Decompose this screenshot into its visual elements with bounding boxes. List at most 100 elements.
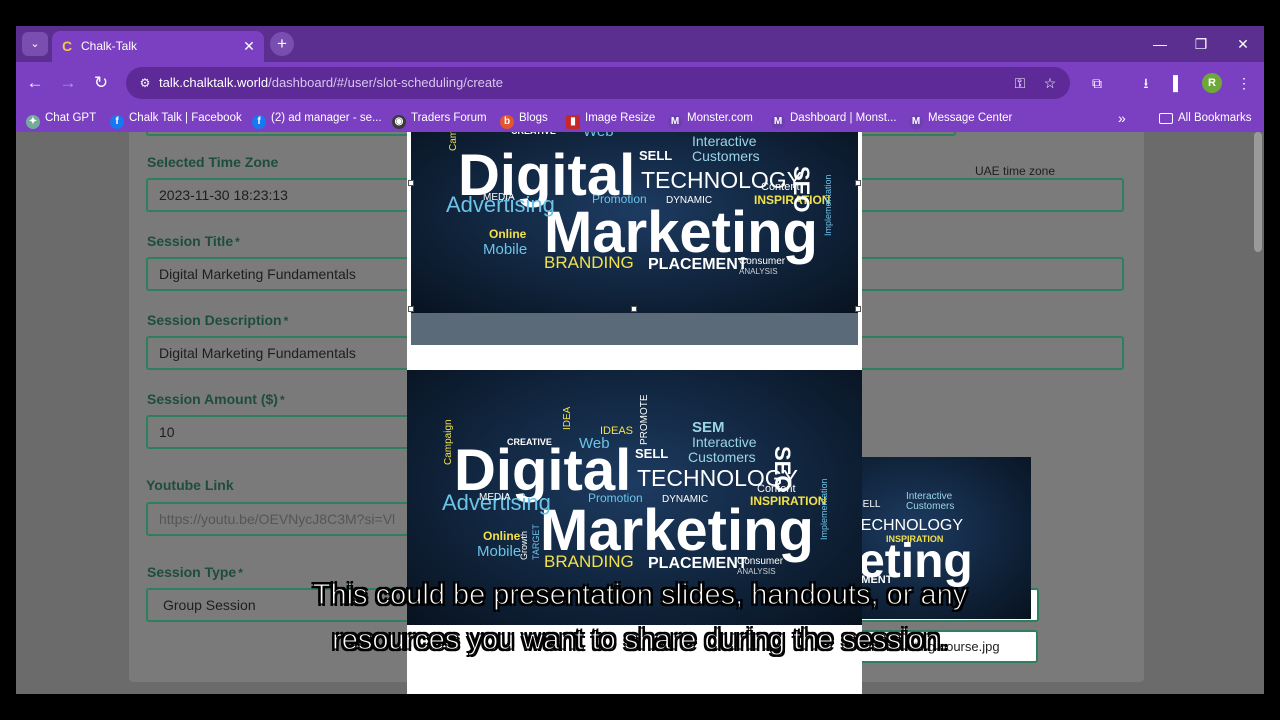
youtube-link-label: Youtube Link bbox=[146, 477, 234, 493]
crop-word-customers: Customers bbox=[692, 148, 760, 164]
bookmark-chatgpt[interactable]: ✦ Chat GPT bbox=[26, 109, 96, 129]
crop-word-mobile: Mobile bbox=[483, 241, 527, 258]
bookmarks-overflow-button[interactable]: » bbox=[1118, 109, 1126, 127]
facebook-icon: f bbox=[110, 115, 124, 129]
new-tab-button[interactable]: + bbox=[270, 32, 294, 56]
all-bookmarks-button[interactable]: All Bookmarks bbox=[1159, 109, 1252, 127]
time-zone-label: Selected Time Zone bbox=[147, 154, 279, 170]
back-button[interactable]: ← bbox=[23, 71, 47, 95]
bookmark-image-resize[interactable]: ▮ Image Resize bbox=[566, 109, 655, 129]
tab-title: Chalk-Talk bbox=[81, 39, 138, 53]
crop-word-media: MEDIA bbox=[483, 192, 515, 203]
monster-icon: M bbox=[668, 115, 682, 129]
crop-word-dynamic: DYNAMIC bbox=[666, 195, 712, 206]
image-resize-icon: ▮ bbox=[566, 115, 580, 129]
bookmark-star-icon[interactable]: ☆ bbox=[1040, 74, 1060, 92]
crop-handle-bottom-right[interactable] bbox=[855, 306, 861, 312]
session-amount-input[interactable]: 10 bbox=[146, 415, 426, 449]
session-title-label: Session Title * bbox=[147, 233, 240, 249]
bookmark-blogs[interactable]: b Blogs bbox=[500, 109, 548, 129]
crop-handle-left[interactable] bbox=[408, 180, 414, 186]
url-text[interactable]: talk.chalktalk.world/dashboard/#/user/sl… bbox=[159, 75, 503, 90]
scroll-thumb[interactable] bbox=[1254, 132, 1262, 252]
crop-word-seo: SEO bbox=[789, 166, 814, 212]
caption-line-1: This could be presentation slides, hando… bbox=[312, 579, 968, 612]
preview-word-interactive: Interactive bbox=[692, 434, 757, 450]
side-panel-icon[interactable]: ▌ bbox=[1167, 72, 1189, 94]
close-window-button[interactable]: ✕ bbox=[1229, 33, 1257, 55]
extensions-icon[interactable]: ⧉ bbox=[1086, 72, 1108, 94]
forward-button[interactable]: → bbox=[56, 71, 80, 95]
blogs-icon: b bbox=[500, 115, 514, 129]
bookmark-monster[interactable]: M Monster.com bbox=[668, 109, 753, 129]
monster-icon: M bbox=[771, 115, 785, 129]
crop-word-online: Online bbox=[489, 227, 527, 241]
address-bar[interactable]: ⚙ talk.chalktalk.world/dashboard/#/user/… bbox=[126, 67, 1070, 99]
folder-icon bbox=[1159, 113, 1173, 124]
chatgpt-icon: ✦ bbox=[26, 115, 40, 129]
crop-handle-bottom-left[interactable] bbox=[408, 306, 414, 312]
tab-search-button[interactable]: ⌄ bbox=[22, 32, 48, 56]
session-description-label: Session Description * bbox=[147, 312, 289, 328]
tab-strip: ⌄ C Chalk-Talk ✕ + — ❐ ✕ bbox=[16, 26, 1264, 62]
preview-word-mobile: Mobile bbox=[477, 543, 521, 560]
preview-word-placement: PLACEMENT bbox=[648, 555, 748, 572]
profile-avatar[interactable]: R bbox=[1202, 73, 1222, 93]
active-tab[interactable]: C Chalk-Talk ✕ bbox=[52, 31, 264, 62]
chalktalk-favicon-icon: C bbox=[62, 38, 73, 54]
youtube-link-input[interactable]: https://youtu.be/OEVNycJ8C3M?si=Vl bbox=[146, 502, 426, 536]
bookmark-chalk-talk-facebook[interactable]: f Chalk Talk | Facebook bbox=[110, 109, 242, 129]
preview-word-web: Web bbox=[579, 435, 610, 452]
preview-word-branding: BRANDING bbox=[544, 552, 634, 571]
preview-word-sell: SELL bbox=[635, 446, 668, 461]
preview-word-campaign: Campaign bbox=[443, 419, 454, 465]
preview-word-creative: CREATIVE bbox=[507, 437, 552, 447]
preview-word-ideas: IDEAS bbox=[600, 425, 633, 437]
toolbar: ← → ↻ ⚙ talk.chalktalk.world/dashboard/#… bbox=[16, 62, 1264, 104]
crop-word-implementation: Implementation bbox=[823, 174, 833, 236]
preview-word-inspiration: INSPIRATION bbox=[750, 494, 826, 508]
thumb-word-technology: TECHNOLOGY bbox=[851, 517, 963, 534]
bookmark-traders-forum[interactable]: ◉ Traders Forum bbox=[392, 109, 487, 129]
preview-word-consumer: Consumer bbox=[737, 556, 784, 567]
restore-button[interactable]: ❐ bbox=[1187, 33, 1215, 55]
download-icon[interactable]: ⭳ bbox=[1135, 72, 1157, 94]
crop-word-promotion: Promotion bbox=[592, 192, 647, 206]
time-zone-note: UAE time zone bbox=[975, 164, 1056, 178]
crop-word-consumer: Consumer bbox=[739, 256, 786, 267]
site-info-icon[interactable]: ⚙ bbox=[136, 74, 154, 92]
facebook-icon: f bbox=[252, 115, 266, 129]
bookmark-message-center[interactable]: M Message Center bbox=[909, 109, 1012, 129]
preview-word-idea: IDEA bbox=[562, 406, 573, 430]
reload-button[interactable]: ↻ bbox=[89, 71, 113, 95]
traders-forum-icon: ◉ bbox=[392, 115, 406, 129]
crop-word-interactive: Interactive bbox=[692, 133, 757, 149]
preview-word-media: MEDIA bbox=[479, 492, 511, 503]
session-type-label: Session Type * bbox=[147, 564, 243, 580]
preview-word-promote: PROMOTE bbox=[639, 394, 650, 445]
crop-preview-image: Digital Marketing TECHNOLOGY SELL Intera… bbox=[411, 132, 858, 315]
thumb-word-customers: Customers bbox=[906, 501, 954, 512]
menu-kebab-icon[interactable]: ⋮ bbox=[1233, 72, 1255, 94]
bookmarks-bar: ✦ Chat GPT f Chalk Talk | Facebook f (2) ad… bbox=[16, 104, 1264, 132]
crop-word-web: Web bbox=[583, 132, 614, 140]
minimize-button[interactable]: — bbox=[1146, 33, 1174, 55]
crop-word-placement: PLACEMENT bbox=[648, 256, 748, 273]
password-key-icon[interactable]: ⚿ bbox=[1010, 74, 1030, 92]
crop-selection-band bbox=[411, 313, 858, 345]
monster-icon: M bbox=[909, 115, 923, 129]
tab-close-icon[interactable]: ✕ bbox=[240, 37, 258, 55]
crop-handle-right[interactable] bbox=[855, 180, 861, 186]
crop-handle-bottom[interactable] bbox=[631, 306, 637, 312]
preview-word-target: TARGET bbox=[531, 524, 541, 560]
crop-word-creative: CREATIVE bbox=[511, 132, 556, 136]
bookmark-ad-manager[interactable]: f (2) ad manager - se... bbox=[252, 109, 382, 129]
crop-preview-frame: Digital Marketing TECHNOLOGY SELL Intera… bbox=[407, 132, 862, 370]
preview-word-growth: Growth bbox=[519, 531, 529, 560]
thumb-word-inspiration: INSPIRATION bbox=[886, 534, 943, 544]
session-amount-label: Session Amount ($) * bbox=[147, 391, 285, 407]
bookmark-dashboard-monster[interactable]: M Dashboard | Monst... bbox=[771, 109, 897, 129]
preview-word-analysis: ANALYSIS bbox=[737, 567, 776, 576]
preview-word-seo: SEO bbox=[770, 446, 795, 492]
crop-word-analysis: ANALYSIS bbox=[739, 267, 778, 276]
